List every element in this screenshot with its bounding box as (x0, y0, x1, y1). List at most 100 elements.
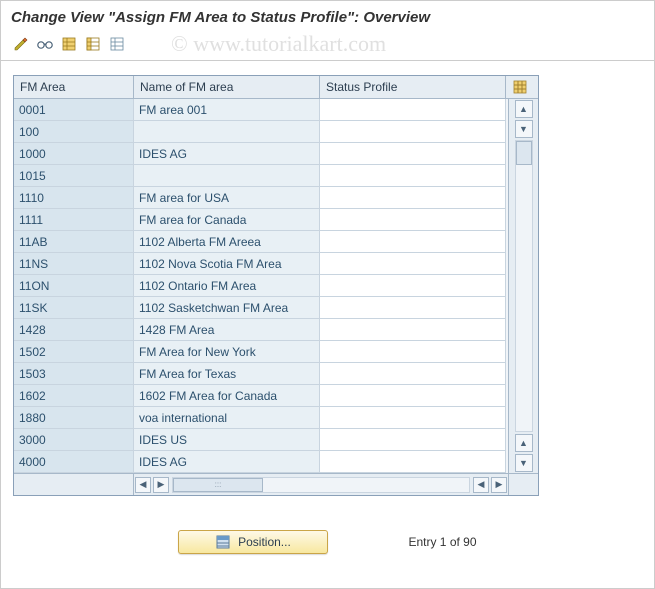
cell-name: IDES AG (134, 143, 320, 165)
cell-name: FM area for USA (134, 187, 320, 209)
scroll-left-end-button[interactable]: ◀ (473, 477, 489, 493)
cell-status-profile[interactable] (320, 121, 506, 143)
horizontal-scroll-thumb[interactable]: ::: (173, 478, 263, 492)
table-row[interactable]: 16021602 FM Area for Canada (14, 385, 508, 407)
configure-columns-button[interactable] (506, 76, 536, 98)
cell-status-profile[interactable] (320, 187, 506, 209)
scroll-down-button[interactable]: ▼ (515, 454, 533, 472)
cell-fm-area[interactable]: 11ON (14, 275, 134, 297)
entry-counter: Entry 1 of 90 (408, 535, 476, 549)
cell-name: FM area for Canada (134, 209, 320, 231)
cell-status-profile[interactable] (320, 275, 506, 297)
cell-status-profile[interactable] (320, 99, 506, 121)
table-row[interactable]: 4000IDES AG (14, 451, 508, 473)
table-row[interactable]: 11AB1102 Alberta FM Areea (14, 231, 508, 253)
table-row[interactable]: 1503FM Area for Texas (14, 363, 508, 385)
cell-name: 1428 FM Area (134, 319, 320, 341)
cell-status-profile[interactable] (320, 165, 506, 187)
scroll-up-bottom-button[interactable]: ▲ (515, 434, 533, 452)
footer-bar: Position... Entry 1 of 90 (1, 502, 654, 582)
cell-name: 1602 FM Area for Canada (134, 385, 320, 407)
table-select-all-icon (62, 37, 76, 51)
table-row[interactable]: 14281428 FM Area (14, 319, 508, 341)
other-view-button[interactable] (35, 34, 55, 54)
select-block-button[interactable] (83, 34, 103, 54)
cell-status-profile[interactable] (320, 319, 506, 341)
cell-status-profile[interactable] (320, 143, 506, 165)
table-row[interactable]: 11SK1102 Sasketchwan FM Area (14, 297, 508, 319)
scroll-up-button[interactable]: ▲ (515, 100, 533, 118)
table-row[interactable]: 1110FM area for USA (14, 187, 508, 209)
cell-status-profile[interactable] (320, 407, 506, 429)
vertical-scroll-track[interactable] (515, 140, 533, 432)
cell-status-profile[interactable] (320, 209, 506, 231)
table-row[interactable]: 1111FM area for Canada (14, 209, 508, 231)
scroll-left-button[interactable]: ◀ (135, 477, 151, 493)
table-row[interactable]: 0001FM area 001 (14, 99, 508, 121)
cell-fm-area[interactable]: 1602 (14, 385, 134, 407)
table-settings-icon (513, 80, 529, 94)
scroll-right-step-button[interactable]: ▶ (153, 477, 169, 493)
cell-status-profile[interactable] (320, 341, 506, 363)
cell-fm-area[interactable]: 1015 (14, 165, 134, 187)
cell-name: voa international (134, 407, 320, 429)
column-header-fm-area[interactable]: FM Area (14, 76, 134, 98)
cell-fm-area[interactable]: 100 (14, 121, 134, 143)
cell-status-profile[interactable] (320, 451, 506, 473)
cell-status-profile[interactable] (320, 231, 506, 253)
glasses-icon (36, 37, 54, 51)
cell-name: FM Area for Texas (134, 363, 320, 385)
toggle-display-change-button[interactable] (11, 34, 31, 54)
cell-fm-area[interactable]: 1111 (14, 209, 134, 231)
frozen-column-footer (14, 474, 134, 495)
cell-fm-area[interactable]: 11AB (14, 231, 134, 253)
cell-fm-area[interactable]: 0001 (14, 99, 134, 121)
cell-fm-area[interactable]: 3000 (14, 429, 134, 451)
cell-status-profile[interactable] (320, 297, 506, 319)
data-grid: FM Area Name of FM area Status Profile 0… (13, 75, 539, 496)
toolbar (1, 32, 654, 61)
table-row[interactable]: 1880voa international (14, 407, 508, 429)
table-row[interactable]: 1502FM Area for New York (14, 341, 508, 363)
cell-status-profile[interactable] (320, 253, 506, 275)
cell-fm-area[interactable]: 1502 (14, 341, 134, 363)
column-header-name[interactable]: Name of FM area (134, 76, 320, 98)
cell-fm-area[interactable]: 11SK (14, 297, 134, 319)
page-title: Change View "Assign FM Area to Status Pr… (1, 1, 654, 32)
table-row[interactable]: 3000IDES US (14, 429, 508, 451)
select-all-button[interactable] (59, 34, 79, 54)
table-deselect-icon (110, 37, 124, 51)
scroll-down-step-button[interactable]: ▼ (515, 120, 533, 138)
position-icon (216, 535, 230, 549)
pencil-glasses-icon (13, 36, 29, 52)
cell-fm-area[interactable]: 1880 (14, 407, 134, 429)
cell-name (134, 121, 320, 143)
vertical-scroll-thumb[interactable] (516, 141, 532, 165)
table-row[interactable]: 11ON1102 Ontario FM Area (14, 275, 508, 297)
horizontal-scrollbar: ◀ ▶ ::: ◀ ▶ (14, 473, 538, 495)
deselect-all-button[interactable] (107, 34, 127, 54)
cell-fm-area[interactable]: 4000 (14, 451, 134, 473)
cell-fm-area[interactable]: 1110 (14, 187, 134, 209)
table-row[interactable]: 100 (14, 121, 508, 143)
cell-name: 1102 Sasketchwan FM Area (134, 297, 320, 319)
cell-fm-area[interactable]: 1428 (14, 319, 134, 341)
table-container: FM Area Name of FM area Status Profile 0… (1, 61, 654, 502)
cell-fm-area[interactable]: 1503 (14, 363, 134, 385)
scroll-right-button[interactable]: ▶ (491, 477, 507, 493)
table-row[interactable]: 1000IDES AG (14, 143, 508, 165)
cell-status-profile[interactable] (320, 385, 506, 407)
horizontal-scroll-track[interactable]: ::: (172, 477, 470, 493)
cell-fm-area[interactable]: 11NS (14, 253, 134, 275)
cell-status-profile[interactable] (320, 429, 506, 451)
cell-fm-area[interactable]: 1000 (14, 143, 134, 165)
vertical-scrollbar: ▲ ▼ ▲ ▼ (508, 99, 538, 473)
table-row[interactable]: 1015 (14, 165, 508, 187)
position-button[interactable]: Position... (178, 530, 328, 554)
column-header-status-profile[interactable]: Status Profile (320, 76, 506, 98)
table-row[interactable]: 11NS1102 Nova Scotia FM Area (14, 253, 508, 275)
cell-status-profile[interactable] (320, 363, 506, 385)
cell-name: FM Area for New York (134, 341, 320, 363)
cell-name: 1102 Nova Scotia FM Area (134, 253, 320, 275)
grid-header-row: FM Area Name of FM area Status Profile (14, 76, 538, 99)
